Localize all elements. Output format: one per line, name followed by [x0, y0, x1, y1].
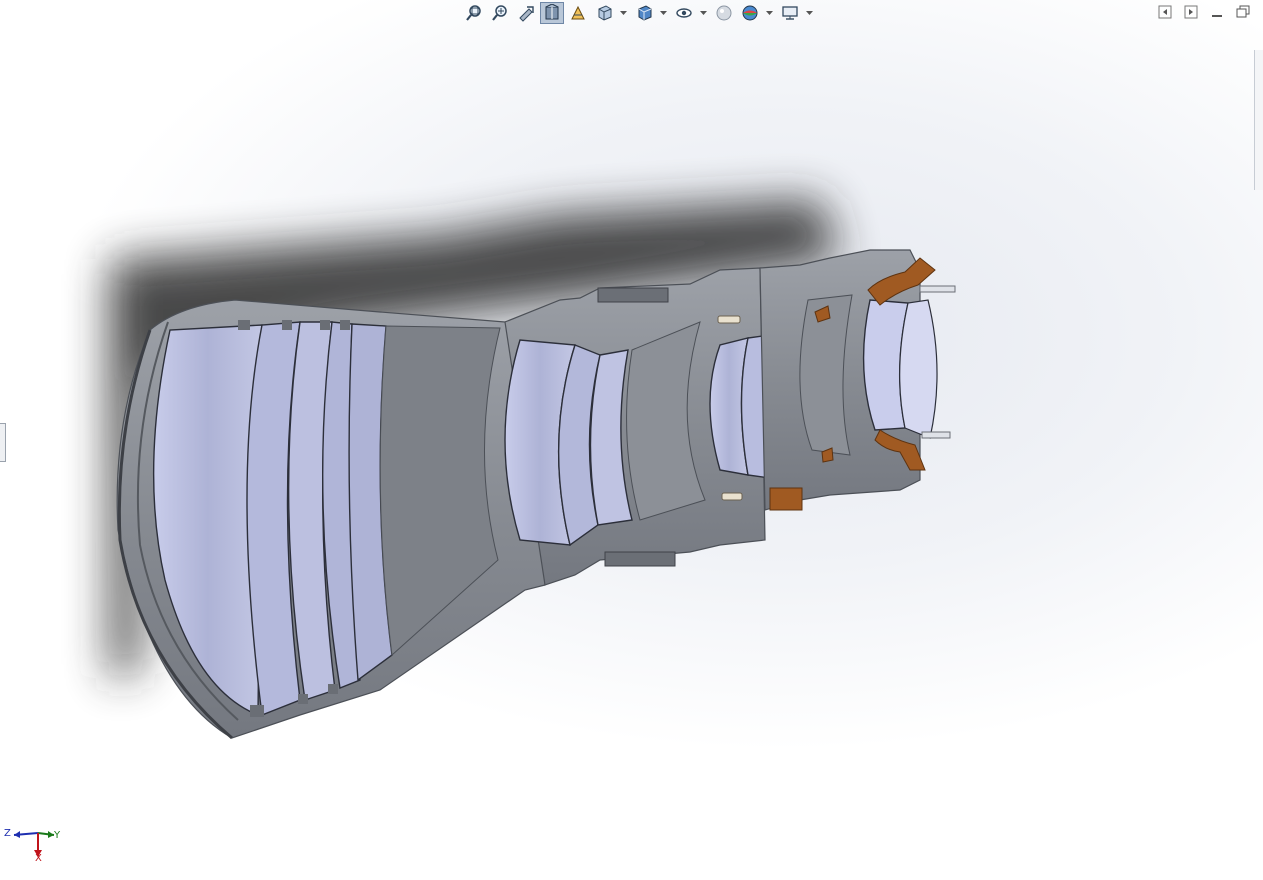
apply-scene-dropdown[interactable] [764, 2, 774, 24]
restore-icon [1236, 5, 1250, 18]
apply-scene-button[interactable] [738, 2, 762, 24]
chevron-down-icon [765, 11, 773, 15]
viewport-window-controls [1157, 4, 1251, 20]
dynamic-annotation-icon [571, 5, 585, 20]
hide-show-items-button[interactable] [672, 2, 696, 24]
next-view-button[interactable] [1183, 4, 1199, 20]
view-orientation-button[interactable] [592, 2, 616, 24]
triad-x-label: X [35, 853, 42, 864]
middle-lens-group[interactable] [504, 339, 633, 547]
previous-view-button[interactable] [514, 2, 538, 24]
view-settings-button[interactable] [778, 2, 802, 24]
hide-show-items-icon [676, 8, 692, 18]
graphics-viewport[interactable]: Z Y X [0, 0, 1263, 880]
edit-appearance-icon [716, 5, 732, 21]
zoom-to-fit-button[interactable] [462, 2, 486, 24]
chevron-down-icon [699, 11, 707, 15]
chevron-down-icon [619, 11, 627, 15]
view-settings-dropdown[interactable] [804, 2, 814, 24]
reference-triad: Z Y X [4, 823, 64, 869]
display-style-dropdown[interactable] [658, 2, 668, 24]
minimize-button[interactable] [1209, 4, 1225, 20]
next-view-icon [1184, 5, 1198, 19]
zoom-to-area-button[interactable] [488, 2, 512, 24]
restore-button[interactable] [1235, 4, 1251, 20]
zoom-to-fit-icon [466, 5, 481, 21]
previous-view-icon [519, 6, 534, 22]
feature-manager-collapse-tab[interactable] [0, 423, 6, 462]
chevron-down-icon [805, 11, 813, 15]
section-view-icon [545, 4, 559, 20]
triad-y-label: Y [54, 830, 61, 841]
edit-appearance-button[interactable] [712, 2, 736, 24]
display-style-icon [638, 5, 652, 21]
rear-element-2[interactable] [899, 299, 938, 439]
view-orientation-icon [598, 5, 612, 21]
minimize-icon [1212, 15, 1222, 17]
zoom-to-area-icon [492, 5, 507, 21]
vertical-scrollbar[interactable] [1254, 50, 1263, 190]
prev-view-button[interactable] [1157, 4, 1173, 20]
view-settings-icon [782, 6, 798, 20]
prev-view-icon [1158, 5, 1172, 19]
chevron-down-icon [659, 11, 667, 15]
display-style-button[interactable] [632, 2, 656, 24]
knurl-band-bottom [604, 551, 676, 567]
apply-scene-icon [742, 5, 758, 21]
view-orientation-dropdown[interactable] [618, 2, 628, 24]
lens-assembly-section-model[interactable] [0, 0, 1263, 880]
dynamic-annotation-button[interactable] [566, 2, 590, 24]
triad-z-label: Z [4, 828, 11, 839]
section-view-button[interactable] [540, 2, 564, 24]
heads-up-view-toolbar [462, 1, 818, 25]
knurl-band-top [597, 287, 669, 303]
hide-show-items-dropdown[interactable] [698, 2, 708, 24]
